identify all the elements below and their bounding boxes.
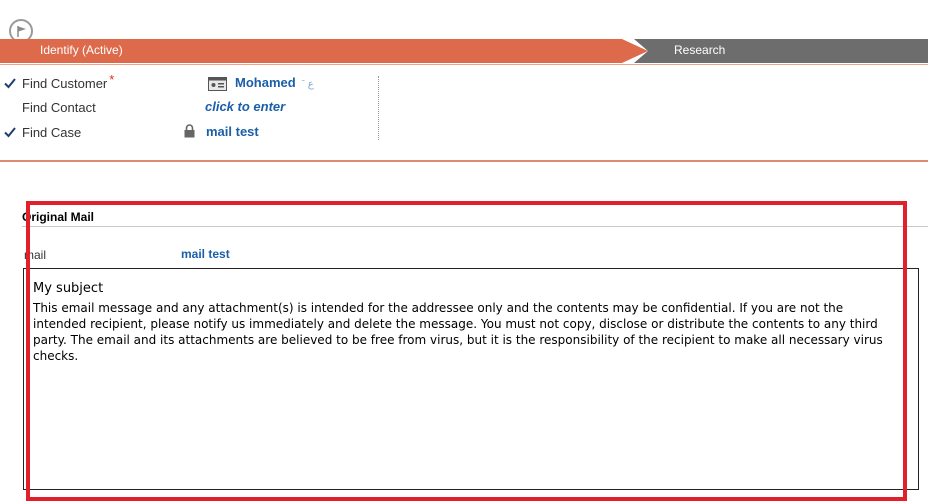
- mail-field-value[interactable]: mail test: [181, 247, 230, 261]
- step-find-case: Find Case mail test: [0, 123, 380, 143]
- case-lookup-value[interactable]: mail test: [206, 124, 259, 139]
- section-title-underline: [22, 226, 928, 227]
- customer-lookup-value[interactable]: Mohamed: [235, 75, 296, 90]
- section-divider: [0, 160, 928, 162]
- process-stage-bar: [0, 39, 928, 63]
- mail-body: This email message and any attachment(s)…: [33, 301, 883, 363]
- stage-underline: [0, 64, 928, 65]
- mail-field-label: mail: [24, 248, 47, 262]
- stage-identify-label: Identify (Active): [40, 43, 123, 57]
- required-marker: *: [109, 72, 115, 87]
- column-separator: [378, 76, 379, 140]
- lock-icon: [184, 124, 195, 138]
- mail-subject: My subject: [33, 281, 104, 296]
- customer-lookup-suffix: ˉ ع: [301, 79, 314, 90]
- step-find-customer: Find Customer * Mohamed ˉ ع: [0, 72, 380, 94]
- checkmark-icon: [4, 127, 16, 138]
- step-label-find-case: Find Case: [22, 125, 82, 140]
- checkmark-icon: [4, 78, 16, 89]
- stage-research-label: Research: [674, 43, 726, 57]
- original-mail-title: Original Mail: [22, 210, 95, 224]
- flag-icon: [17, 26, 26, 37]
- step-find-contact: Find Contact click to enter: [0, 98, 380, 118]
- contact-lookup-input[interactable]: click to enter: [205, 99, 285, 114]
- step-label-find-contact: Find Contact: [22, 100, 96, 115]
- step-label-find-customer: Find Customer: [22, 76, 108, 91]
- contact-card-icon: [208, 77, 227, 91]
